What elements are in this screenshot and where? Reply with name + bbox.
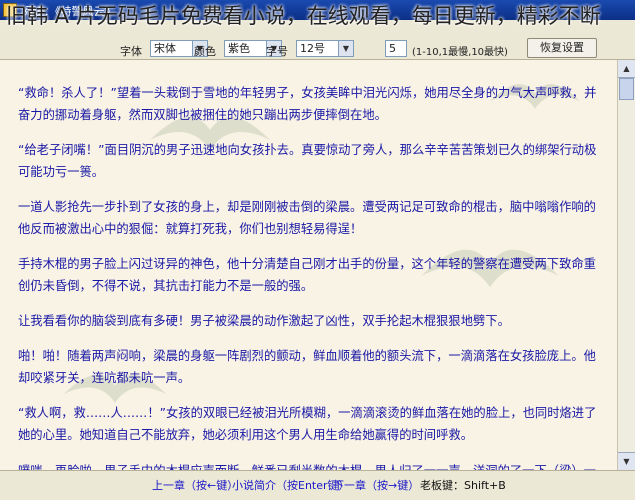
page-title: 旧韩 A 片无码毛片免费看小说，在线观看，每日更新，精彩不断 — [6, 4, 601, 28]
scroll-down-icon[interactable]: ▼ — [618, 452, 635, 470]
chapter-nav-bar: 上一章（按←键） 小说简介（按Enter键） 下一章（按→键） 老板键：Shif… — [0, 470, 635, 500]
chevron-down-icon: ▼ — [338, 41, 353, 56]
prev-chapter-link[interactable]: 上一章（按←键） — [152, 477, 238, 493]
story-paragraph: 噗嗤，再脸啪，男子手中的木棍应声而断，鲜番已剩半数的木棍，男人归了一一声，洋洞的… — [18, 460, 608, 470]
boss-key-hint: 老板键：Shift+B — [420, 479, 506, 492]
color-select-value: 紫色 — [228, 42, 250, 55]
story-paragraph: 一道人影抢先一步扑到了女孩的身上，却是刚刚被击倒的梁晨。遭受两记足可致命的棍击，… — [18, 200, 596, 236]
novel-intro-link[interactable]: 小说简介（按Enter键） — [232, 477, 350, 493]
font-select-value: 宋体 — [154, 42, 176, 55]
size-select[interactable]: 12号 ▼ — [296, 40, 354, 57]
scroll-up-icon[interactable]: ▲ — [618, 60, 635, 78]
next-chapter-link[interactable]: 下一章（按→键） — [333, 477, 419, 493]
story-paragraph: 啪！啪！随着两声闷响，梁晨的身躯一阵剧烈的颤动，鲜血顺着他的额头流下，一滴滴落在… — [18, 349, 596, 385]
story-paragraph: “给老子闭嘴！”面目阴沉的男子迅速地向女孩扑去。真要惊动了旁人，那么辛辛苦苦策划… — [18, 143, 597, 179]
reading-pane: “救命！杀人了！”望着一头栽倒于雪地的年轻男子，女孩美眸中泪光闪烁，她用尽全身的… — [0, 60, 617, 470]
vertical-scrollbar[interactable]: ▲ ▼ — [617, 60, 635, 470]
restore-settings-button[interactable]: 恢复设置 — [527, 38, 597, 58]
story-paragraph: “救命！杀人了！”望着一头栽倒于雪地的年轻男子，女孩美眸中泪光闪烁，她用尽全身的… — [18, 86, 597, 122]
font-label: 字体 — [120, 45, 142, 58]
story-paragraph: “救人啊，救……人……！”女孩的双眼已经被泪光所模糊，一滴滴滚烫的鲜血落在她的脸… — [18, 406, 597, 442]
story-paragraph: 让我看看你的脑袋到底有多硬！男子被梁晨的动作激起了凶性，双手抡起木棍狠狠地劈下。 — [18, 314, 510, 328]
size-select-value: 12号 — [300, 42, 325, 55]
story-paragraph: 手持木棍的男子脸上闪过讶异的神色，他十分清楚自己刚才出手的份量，这个年轻的警察在… — [18, 257, 596, 293]
color-label: 颜色 — [194, 45, 216, 58]
scroll-speed-input[interactable]: 5 — [385, 40, 407, 57]
scroll-thumb[interactable] — [619, 78, 634, 100]
scroll-speed-hint: (1-10,1最慢,10最快) — [412, 47, 508, 58]
size-label: 字号 — [266, 45, 288, 58]
